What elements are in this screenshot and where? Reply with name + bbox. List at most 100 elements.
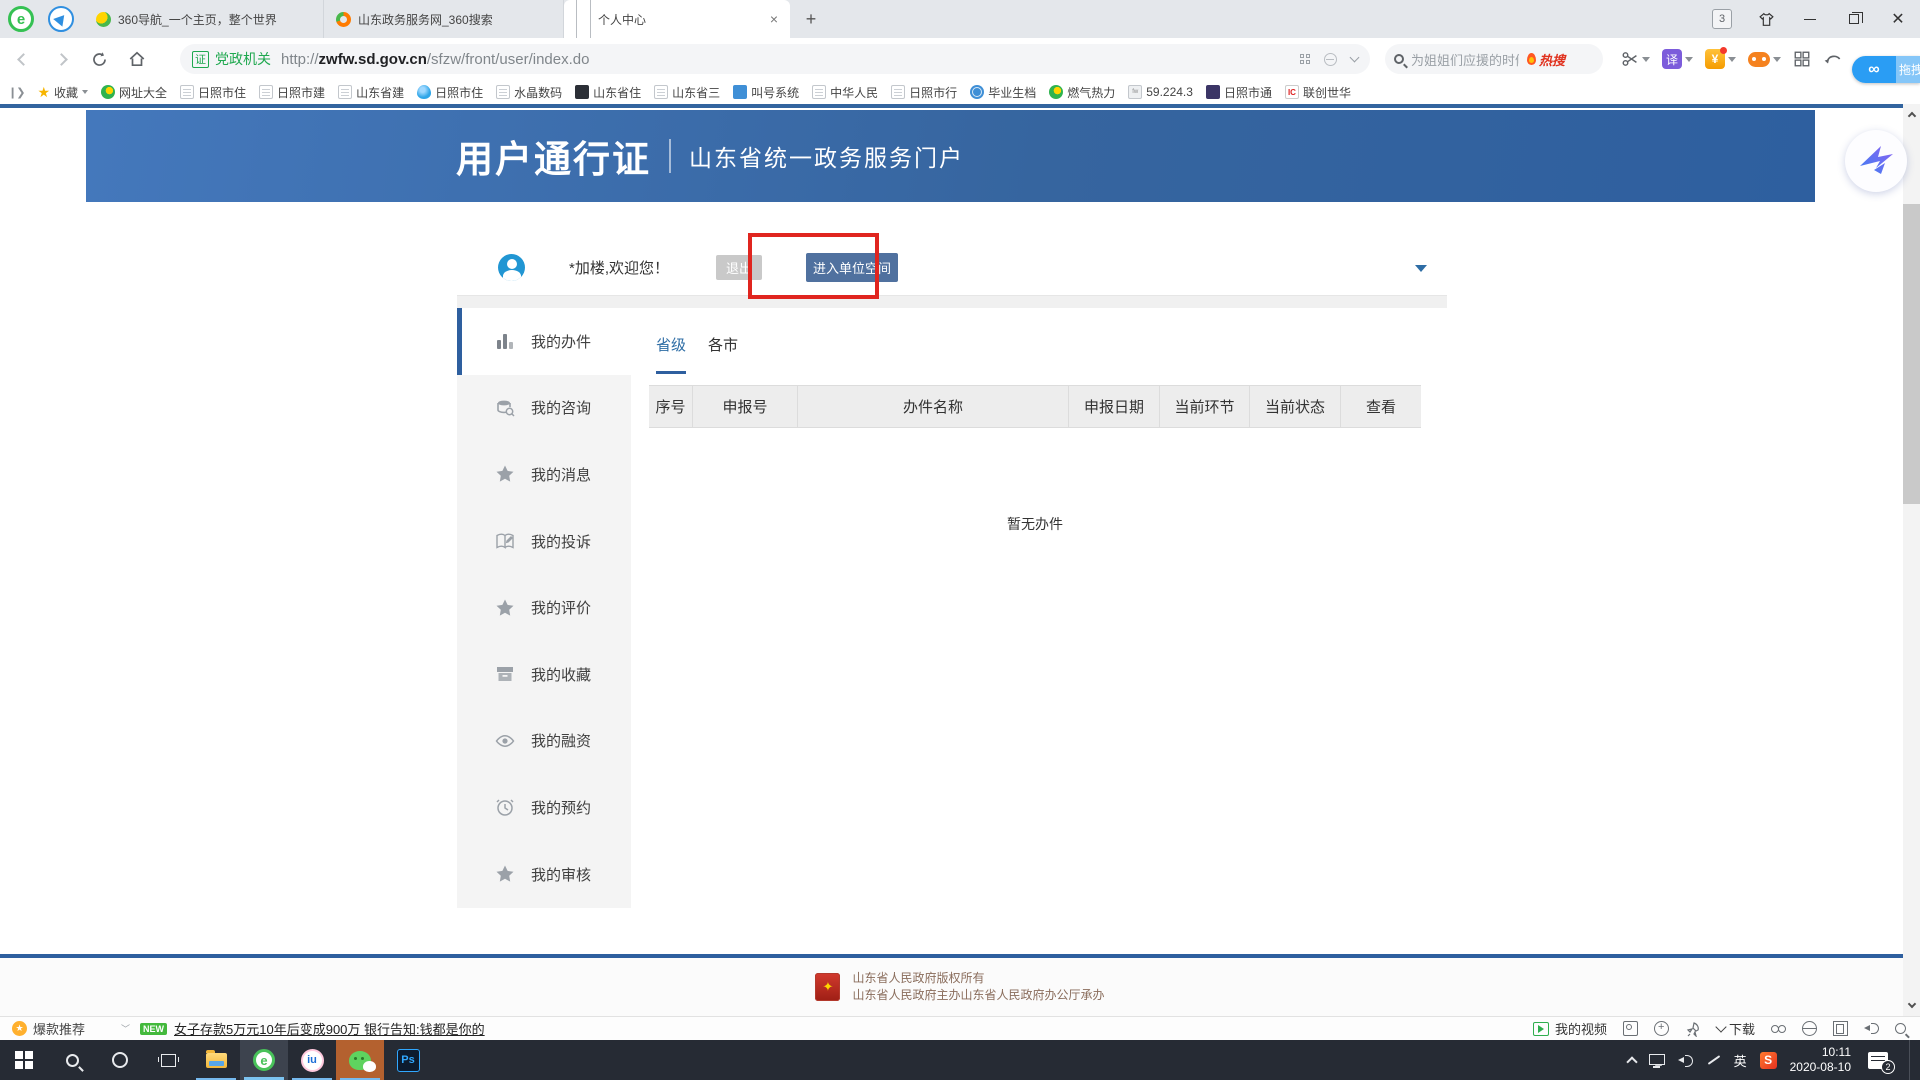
bookmark-item[interactable]: 日照市行	[891, 84, 957, 101]
forward-button[interactable]	[42, 42, 80, 76]
tab-360-nav[interactable]: 360导航_一个主页，整个世界	[84, 0, 324, 38]
bookmark-item[interactable]: 山东省三	[654, 84, 720, 101]
back-button[interactable]	[4, 42, 42, 76]
nav-assistant-icon[interactable]	[48, 6, 74, 32]
my-video-label[interactable]: 我的视频	[1555, 1019, 1607, 1038]
sidebar-item-my-evaluations[interactable]: 我的评价	[457, 574, 631, 641]
news-ticker-link[interactable]: 女子存款5万元10年后变成900万 银行告知:钱都是你的	[174, 1019, 485, 1038]
refresh-button[interactable]	[80, 42, 118, 76]
new-tab-button[interactable]: +	[798, 6, 824, 32]
tab-sd-gov-search[interactable]: 山东政务服务网_360搜索	[324, 0, 564, 38]
sogou-ime-icon[interactable]: S	[1760, 1052, 1777, 1069]
bookmark-item[interactable]: fw59.224.3	[1128, 85, 1193, 99]
mute-speaker-icon[interactable]	[1864, 1021, 1879, 1036]
netdisk-drag-widget[interactable]: ∞ 拖拽	[1852, 56, 1920, 83]
wechat-button[interactable]	[336, 1040, 384, 1080]
taskbar-clock[interactable]: 10:11 2020-08-10	[1790, 1045, 1851, 1075]
live-record-icon[interactable]	[1654, 1021, 1669, 1036]
sidebar-item-my-cases[interactable]: 我的办件	[457, 308, 631, 375]
tab-personal-center[interactable]: 个人中心 ×	[564, 0, 790, 38]
network-icon[interactable]	[1649, 1054, 1665, 1065]
user-dropdown-caret-icon[interactable]	[1415, 265, 1427, 272]
zoom-search-icon[interactable]	[1895, 1023, 1906, 1034]
hot-recommend-label[interactable]: 爆款推荐	[33, 1019, 85, 1038]
bookmark-item[interactable]: 燃气热力	[1049, 84, 1115, 101]
sidebar-item-my-favorites[interactable]: 我的收藏	[457, 641, 631, 708]
search-box[interactable]: 为姐姐们应援的时候 热搜	[1385, 44, 1603, 74]
address-bar[interactable]: 证 党政机关 http://zwfw.sd.gov.cn/sfzw/front/…	[180, 44, 1370, 74]
scroll-up-icon[interactable]	[1903, 106, 1920, 123]
sidebar-item-label: 我的消息	[531, 464, 591, 485]
minimize-button[interactable]	[1788, 0, 1832, 38]
tab-cities[interactable]: 各市	[708, 334, 738, 374]
cortana-button[interactable]	[96, 1040, 144, 1080]
close-button[interactable]: ✕	[1876, 0, 1920, 38]
user-avatar[interactable]	[498, 254, 525, 281]
photoshop-button[interactable]: Ps	[384, 1040, 432, 1080]
booster-rocket-icon[interactable]	[1685, 1021, 1701, 1037]
sidebar-item-my-complaints[interactable]: 我的投诉	[457, 508, 631, 575]
home-button[interactable]	[118, 42, 156, 76]
chevron-down-icon[interactable]	[1350, 53, 1360, 63]
sidebar-item-my-messages[interactable]: 我的消息	[457, 441, 631, 508]
games-tool-button[interactable]	[1744, 44, 1785, 74]
translate-tool-button[interactable]: 译	[1658, 44, 1697, 74]
split-window-icon[interactable]	[1833, 1021, 1848, 1036]
my-video-icon[interactable]	[1533, 1022, 1549, 1036]
bookmark-item[interactable]: 毕业生档	[970, 84, 1036, 101]
url-text[interactable]: http://zwfw.sd.gov.cn/sfzw/front/user/in…	[281, 51, 589, 68]
bookmark-item[interactable]: 叫号系统	[733, 84, 799, 101]
bookmark-item[interactable]: 日照市住	[417, 84, 483, 101]
task-view-button[interactable]	[144, 1040, 192, 1080]
screenshot-tool-button[interactable]	[1617, 44, 1654, 74]
bookmark-item[interactable]: 中华人民	[812, 84, 878, 101]
browser-mode-icon[interactable]	[1802, 1021, 1817, 1036]
bookmark-item[interactable]: 日照市住	[180, 84, 246, 101]
bookmark-item[interactable]: 日照市通	[1206, 84, 1272, 101]
taskbar-search-button[interactable]	[48, 1040, 96, 1080]
hot-search-label[interactable]: 热搜	[1539, 50, 1565, 69]
bookmark-item[interactable]: 水晶数码	[496, 84, 562, 101]
bookmark-item[interactable]: 山东省建	[338, 84, 404, 101]
favorites-menu[interactable]: ★ 收藏	[37, 84, 88, 101]
action-center-icon[interactable]: 2	[1868, 1052, 1888, 1069]
recent-pages-button[interactable]	[1819, 44, 1847, 74]
apps-grid-button[interactable]	[1789, 44, 1815, 74]
scrollbar-thumb[interactable]	[1903, 204, 1920, 504]
screenshot-gallery-icon[interactable]	[1623, 1021, 1638, 1036]
bookmark-item[interactable]: IC联创世华	[1285, 84, 1351, 101]
restore-button[interactable]	[1832, 0, 1876, 38]
scroll-down-icon[interactable]	[1903, 997, 1920, 1014]
tray-expand-icon[interactable]	[1626, 1056, 1637, 1067]
tab-close-icon[interactable]: ×	[770, 11, 778, 27]
sidebar-item-my-financing[interactable]: 我的融资	[457, 708, 631, 775]
reading-mode-icon[interactable]	[1300, 54, 1310, 64]
file-explorer-button[interactable]	[192, 1040, 240, 1080]
collapse-chevron-icon[interactable]: ﹀	[121, 1022, 128, 1035]
theme-skin-icon[interactable]	[1744, 0, 1788, 38]
sidebar-item-my-reviews[interactable]: 我的审核	[457, 841, 631, 908]
tab-count-badge[interactable]: 3	[1700, 0, 1744, 38]
volume-icon[interactable]	[1678, 1054, 1693, 1067]
pen-input-icon[interactable]	[1706, 1053, 1721, 1068]
iu-app-button[interactable]: iu	[288, 1040, 336, 1080]
thunder-download-float-icon[interactable]	[1845, 130, 1907, 192]
bookmark-item[interactable]: 网址大全	[101, 84, 167, 101]
download-manager-button[interactable]: 下载	[1717, 1019, 1755, 1038]
sidebar-item-my-reservations[interactable]: 我的预约	[457, 774, 631, 841]
show-desktop-button[interactable]	[1909, 1040, 1914, 1080]
sidebar-item-my-consultations[interactable]: 我的咨询	[457, 375, 631, 442]
wallet-tool-button[interactable]: ¥	[1701, 44, 1740, 74]
tshirt-icon	[1758, 11, 1775, 28]
bookmark-item[interactable]: 山东省住	[575, 84, 641, 101]
browser-360-taskbar-button[interactable]: e	[240, 1040, 288, 1080]
ime-language-indicator[interactable]: 英	[1734, 1051, 1747, 1070]
bookmark-item[interactable]: 日照市建	[259, 84, 325, 101]
start-button[interactable]	[0, 1040, 48, 1080]
browser-360-logo-icon[interactable]: e	[8, 6, 34, 32]
bookmarks-expand-icon[interactable]: ❙❯	[8, 86, 24, 99]
eye-protect-icon[interactable]	[1771, 1021, 1786, 1036]
compatibility-mode-icon[interactable]	[1324, 53, 1337, 66]
page-scrollbar[interactable]	[1903, 104, 1920, 1016]
tab-provincial[interactable]: 省级	[656, 334, 686, 374]
